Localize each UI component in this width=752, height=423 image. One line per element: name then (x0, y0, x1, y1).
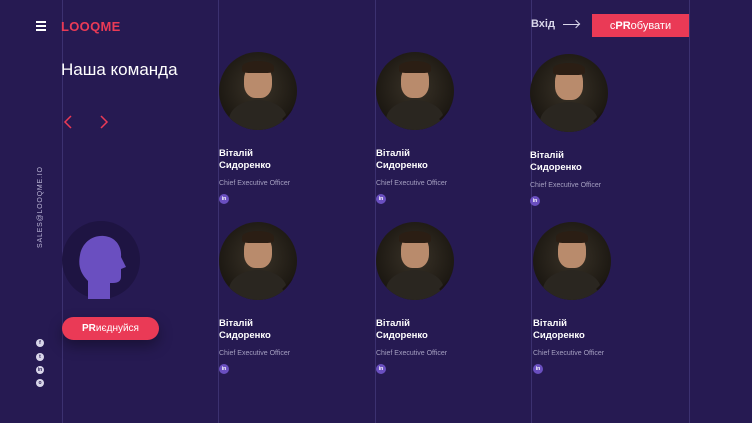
team-member-card: Віталій Сидоренко Chief Executive Officer… (530, 54, 650, 206)
member-photo (530, 54, 608, 132)
placeholder-avatar-icon (62, 221, 140, 299)
facebook-icon[interactable]: f (36, 339, 44, 347)
team-member-card: Віталій Сидоренко Chief Executive Officer… (376, 52, 496, 204)
team-member-card: Віталій Сидоренко Chief Executive Officer… (533, 222, 653, 374)
try-suffix: обувати (630, 19, 672, 32)
member-name: Віталій Сидоренко (530, 150, 582, 173)
grid-line (689, 0, 690, 423)
member-photo (219, 52, 297, 130)
member-role: Chief Executive Officer (219, 350, 291, 357)
try-button[interactable]: с PR обувати (592, 14, 689, 37)
linkedin-icon[interactable]: in (530, 196, 540, 206)
member-name: Віталій Сидоренко (533, 318, 585, 341)
member-name: Віталій Сидоренко (376, 148, 428, 171)
member-name: Віталій Сидоренко (376, 318, 428, 341)
try-highlight: PR (615, 19, 631, 32)
hamburger-menu-icon[interactable] (36, 21, 46, 31)
join-highlight: PR (82, 323, 96, 334)
login-label: Вхід (531, 18, 555, 30)
prev-arrow-icon[interactable] (63, 115, 73, 129)
member-role: Chief Executive Officer (376, 350, 448, 357)
linkedin-icon[interactable]: in (219, 364, 229, 374)
page-title: Наша команда (61, 60, 178, 79)
team-member-card: Віталій Сидоренко Chief Executive Officer… (219, 52, 339, 204)
member-role: Chief Executive Officer (376, 180, 448, 187)
join-suffix: иєднуйся (95, 323, 139, 334)
linkedin-icon[interactable]: in (376, 364, 386, 374)
login-link[interactable]: Вхід (531, 18, 579, 30)
linkedin-icon[interactable]: in (533, 364, 543, 374)
member-photo (219, 222, 297, 300)
linkedin-icon[interactable]: in (219, 194, 229, 204)
join-button[interactable]: PR иєднуйся (62, 317, 159, 340)
member-name: Віталій Сидоренко (219, 148, 271, 171)
member-photo (376, 52, 454, 130)
linkedin-icon[interactable]: in (36, 366, 44, 374)
twitter-icon[interactable]: t (36, 353, 44, 361)
member-role: Chief Executive Officer (219, 180, 291, 187)
logo[interactable]: LOOQME (61, 19, 121, 34)
arrow-right-icon (562, 23, 579, 25)
member-photo (376, 222, 454, 300)
team-member-card: Віталій Сидоренко Chief Executive Officer… (376, 222, 496, 374)
member-name: Віталій Сидоренко (219, 318, 271, 341)
sales-email-link[interactable]: SALES@LOOQME.IO (37, 166, 44, 248)
linkedin-icon[interactable]: in (376, 194, 386, 204)
member-role: Chief Executive Officer (533, 350, 605, 357)
next-arrow-icon[interactable] (99, 115, 109, 129)
instagram-icon[interactable]: o (36, 379, 44, 387)
team-member-card: Віталій Сидоренко Chief Executive Officer… (219, 222, 339, 374)
member-photo (533, 222, 611, 300)
member-role: Chief Executive Officer (530, 182, 602, 189)
